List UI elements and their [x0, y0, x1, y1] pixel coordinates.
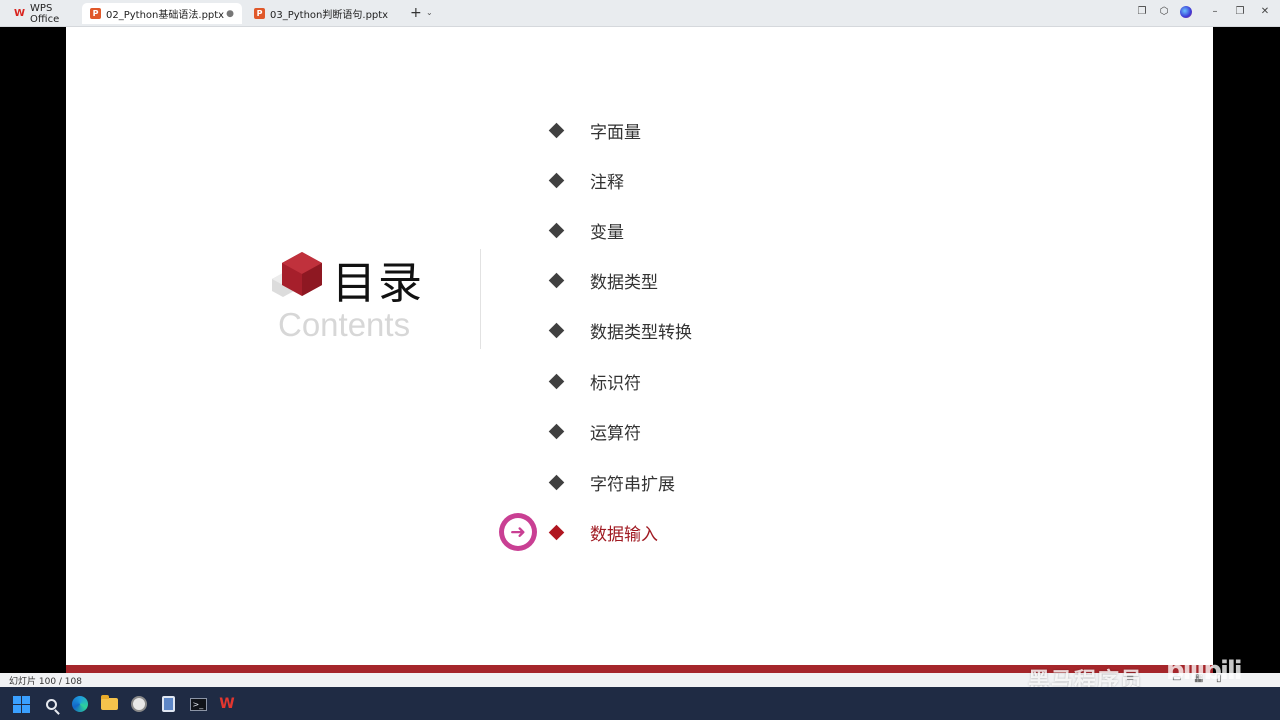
diamond-bullet-icon — [548, 272, 565, 288]
toc-item-label: 数据类型 — [590, 272, 658, 293]
toc-item-label: 字面量 — [590, 122, 641, 143]
taskbar: >_ W — [0, 687, 1280, 720]
red-hexagon-icon — [282, 252, 322, 296]
diamond-bullet-icon — [548, 524, 565, 540]
toc-item[interactable]: 注释 — [541, 167, 624, 193]
toc-subtitle: Contents — [278, 306, 411, 343]
new-tab-button[interactable]: + — [410, 5, 422, 21]
start-icon[interactable] — [10, 693, 32, 715]
diamond-bullet-icon — [548, 423, 565, 439]
toc-item-label: 数据输入 — [590, 524, 658, 545]
toc-item[interactable]: 字面量 — [541, 117, 641, 143]
diamond-bullet-icon — [548, 474, 565, 490]
presentation-file-icon: P — [90, 8, 101, 19]
arrow-right-icon: ➜ — [499, 513, 537, 551]
presentation-file-icon: P — [254, 8, 265, 19]
diamond-bullet-icon — [548, 172, 565, 188]
diamond-bullet-icon — [548, 122, 565, 138]
diamond-bullet-icon — [548, 322, 565, 338]
wps-logo-icon: W — [14, 8, 26, 19]
toc-item-label: 注释 — [590, 172, 624, 193]
restore-button[interactable]: ❐ — [1232, 6, 1248, 17]
diamond-bullet-icon — [548, 222, 565, 238]
toc-item[interactable]: 变量 — [541, 217, 624, 243]
toc-item[interactable]: 数据类型 — [541, 267, 658, 293]
tab-python-conditionals[interactable]: P 03_Python判断语句.pptx — [246, 3, 406, 24]
toc-item-label: 标识符 — [590, 373, 641, 394]
edge-icon[interactable] — [69, 693, 91, 715]
tab-label: 03_Python判断语句.pptx — [270, 10, 389, 21]
window-switch-icon[interactable]: ❐ — [1134, 6, 1150, 17]
wps-icon[interactable]: W — [216, 693, 238, 715]
toc-item-label: 字符串扩展 — [590, 474, 675, 495]
toc-item-label: 变量 — [590, 222, 624, 243]
close-button[interactable]: ✕ — [1257, 6, 1273, 17]
calculator-icon[interactable] — [157, 693, 179, 715]
toc-item[interactable]: 标识符 — [541, 368, 641, 394]
toc-item[interactable]: 运算符 — [541, 418, 641, 444]
diamond-bullet-icon — [548, 373, 565, 389]
minimize-button[interactable]: – — [1207, 6, 1223, 17]
clock-icon[interactable] — [128, 693, 150, 715]
tab-wps-home[interactable]: W WPS Office — [6, 2, 80, 25]
toc-item-label: 运算符 — [590, 423, 641, 444]
toc-title: 目录 — [332, 258, 424, 309]
toc-item[interactable]: 数据类型转换 — [541, 317, 692, 343]
account-avatar-icon[interactable] — [1178, 6, 1194, 21]
toc-item-label: 数据类型转换 — [590, 322, 692, 343]
tab-label: WPS Office — [30, 2, 60, 25]
title-bar: W WPS Office P 02_Python基础语法.pptx ● P 03… — [0, 0, 1280, 27]
vertical-divider — [480, 249, 481, 349]
toc-item[interactable]: 字符串扩展 — [541, 469, 675, 495]
tab-list-dropdown-icon[interactable]: ⌄ — [426, 8, 433, 17]
search-icon[interactable] — [40, 693, 62, 715]
bilibili-logo: bilibili — [1166, 656, 1243, 686]
toc-item-current[interactable]: ➜ 数据输入 — [499, 513, 658, 551]
file-explorer-icon[interactable] — [98, 693, 120, 715]
cube-icon[interactable]: ⬡ — [1156, 6, 1172, 17]
slide-counter: 幻灯片 100 / 108 — [9, 677, 82, 687]
tab-python-basic-syntax[interactable]: P 02_Python基础语法.pptx ● — [82, 3, 242, 24]
unsaved-dot-icon[interactable]: ● — [226, 9, 234, 19]
slide: 目录 Contents 字面量 注释 变量 数据类型 数据类型转换 标识符 运算… — [66, 27, 1213, 673]
terminal-icon[interactable]: >_ — [187, 693, 209, 715]
slide-stage: 目录 Contents 字面量 注释 变量 数据类型 数据类型转换 标识符 运算… — [0, 27, 1280, 673]
tab-label: 02_Python基础语法.pptx — [106, 10, 225, 21]
